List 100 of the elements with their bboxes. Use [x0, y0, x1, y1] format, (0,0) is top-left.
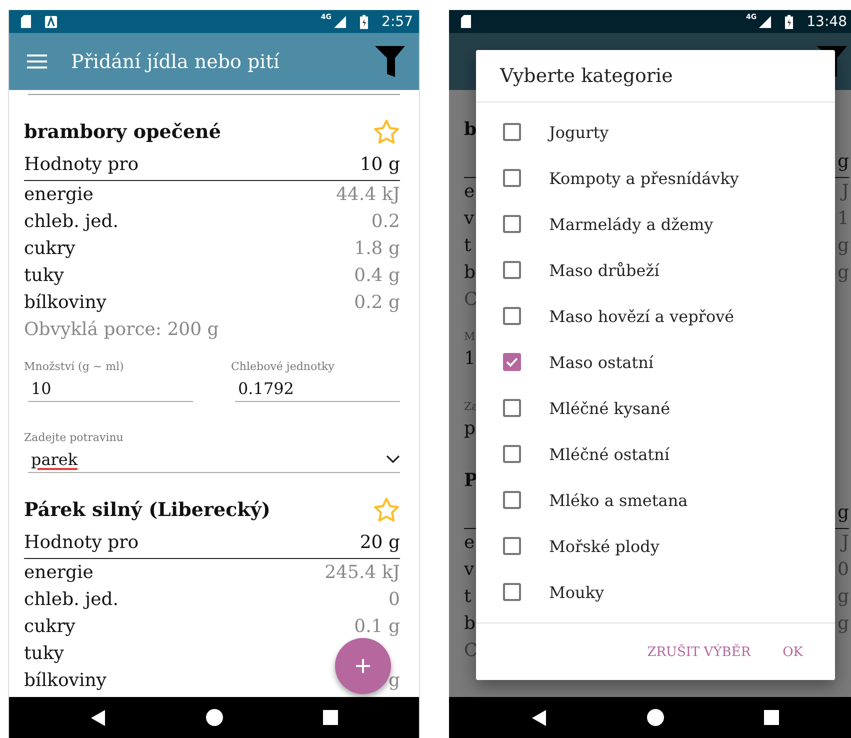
header-value: 20 g — [360, 532, 400, 553]
dialog-title: Vyberte kategorie — [500, 64, 673, 86]
star-icon[interactable] — [373, 119, 400, 145]
dialog-button[interactable]: ZRUŠIT VÝBĚR — [637, 636, 761, 668]
nutrient-label: energie — [24, 184, 94, 205]
text-fragment: t — [464, 586, 472, 607]
nutrient-label: bílkoviny — [24, 670, 106, 691]
category-label[interactable]: Mořské plody — [549, 536, 660, 556]
text-fragment: 0 — [838, 559, 849, 580]
nutrient-label: bílkoviny — [24, 292, 106, 313]
category-label[interactable]: Jogurty — [549, 122, 609, 142]
nutrient-label: cukry — [24, 616, 76, 637]
checkbox[interactable] — [503, 307, 521, 325]
checkbox[interactable] — [503, 353, 521, 371]
sd-card-icon — [21, 15, 31, 28]
field-label: Množství (g ~ ml) — [24, 358, 125, 374]
text-fragment: t — [464, 235, 472, 256]
food-name: Párek silný (Liberecký) — [24, 499, 270, 521]
checkbox[interactable] — [503, 123, 521, 141]
text-fragment: p — [464, 418, 476, 438]
text-fragment: g — [837, 586, 849, 607]
checkbox[interactable] — [503, 583, 521, 601]
plus-icon — [356, 659, 370, 673]
text-fragment: J — [842, 181, 849, 202]
category-label[interactable]: Maso ostatní — [549, 352, 654, 372]
category-label[interactable]: Kompoty a přesnídávky — [549, 168, 739, 188]
category-label[interactable]: Marmelády a džemy — [549, 214, 714, 234]
category-label[interactable]: Maso drůbeží — [549, 260, 660, 280]
text-fragment: 1 — [464, 348, 476, 368]
text-fragment: J — [842, 532, 849, 553]
portion-text: Obvyklá porce: 200 g — [24, 319, 219, 340]
nutrient-value: 1.8 g — [354, 238, 400, 259]
text-fragment: g — [837, 262, 849, 283]
home-icon[interactable] — [206, 709, 223, 726]
checkbox[interactable] — [503, 399, 521, 417]
nutrient-label: chleb. jed. — [24, 211, 119, 232]
checkbox[interactable] — [503, 169, 521, 187]
category-label[interactable]: Mléčné kysané — [549, 398, 670, 418]
text-fragment: b — [464, 262, 476, 283]
text-fragment: g — [837, 502, 849, 523]
back-icon[interactable] — [90, 710, 106, 726]
text-fragment: M — [464, 330, 476, 342]
search-field[interactable]: parek — [28, 446, 400, 473]
sd-card-icon — [461, 15, 471, 28]
home-icon[interactable] — [647, 709, 664, 726]
text-fragment: e — [464, 181, 475, 202]
checkbox[interactable] — [503, 261, 521, 279]
text-fragment: g — [837, 235, 849, 256]
text-fragment: v — [464, 559, 474, 580]
checkbox[interactable] — [503, 215, 521, 233]
text-fragment: b — [464, 613, 476, 634]
text-fragment: v — [464, 208, 474, 229]
nutrient-value: 0 — [388, 589, 400, 610]
checkbox[interactable] — [503, 491, 521, 509]
text-fragment: e — [464, 532, 475, 553]
battery-icon — [360, 14, 368, 28]
chevron-down-icon[interactable] — [386, 455, 400, 463]
nutrient-label: tuky — [24, 643, 64, 664]
nutrient-label: cukry — [24, 238, 76, 259]
back-icon[interactable] — [531, 710, 547, 726]
input-field[interactable]: 0.1792 — [235, 375, 400, 402]
header-label: Hodnoty pro — [24, 532, 139, 553]
text-fragment: 1 — [838, 208, 849, 229]
header-label: Hodnoty pro — [24, 154, 139, 175]
battery-icon — [784, 14, 793, 28]
nutrient-value: 0.2 g — [354, 292, 400, 313]
text-fragment: C — [464, 640, 478, 661]
signal-icon — [334, 16, 346, 28]
signal-icon — [758, 16, 771, 28]
nutrient-value: 44.4 kJ — [336, 184, 400, 205]
nutrient-label: chleb. jed. — [24, 589, 119, 610]
field-label: Chlebové jednotky — [231, 358, 336, 374]
star-icon[interactable] — [373, 497, 400, 523]
category-label[interactable]: Mléko a smetana — [549, 490, 688, 510]
clock-time: 13:48 — [806, 14, 847, 30]
category-label[interactable]: Mléčné ostatní — [549, 444, 670, 464]
menu-icon[interactable] — [27, 54, 47, 69]
field-label: Zadejte potravinu — [24, 430, 124, 446]
nutrient-label: tuky — [24, 265, 64, 286]
header-value: 10 g — [360, 154, 400, 175]
nutrient-value: g — [388, 670, 400, 691]
nutrient-value: 0.2 — [371, 211, 400, 232]
checkbox[interactable] — [503, 445, 521, 463]
dialog-button[interactable]: OK — [772, 636, 813, 668]
text-fragment: b — [464, 118, 477, 140]
category-label[interactable]: Mouky — [549, 582, 604, 602]
text-fragment: C — [464, 289, 478, 310]
food-name: brambory opečené — [24, 121, 221, 143]
checkbox[interactable] — [503, 537, 521, 555]
input-field[interactable]: 10 — [28, 375, 193, 402]
text-fragment: g — [837, 613, 849, 634]
category-label[interactable]: Maso hovězí a vepřové — [549, 306, 734, 326]
clock-time: 2:57 — [382, 14, 413, 30]
text-fragment: P — [464, 470, 478, 490]
nutrient-value: 0.1 g — [354, 616, 400, 637]
screen-title: Přidání jídla nebo pití — [71, 50, 280, 72]
nutrient-value: 245.4 kJ — [324, 562, 400, 583]
add-button[interactable] — [335, 638, 391, 694]
text-fragment: g — [837, 151, 849, 172]
nutrient-label: energie — [24, 562, 94, 583]
